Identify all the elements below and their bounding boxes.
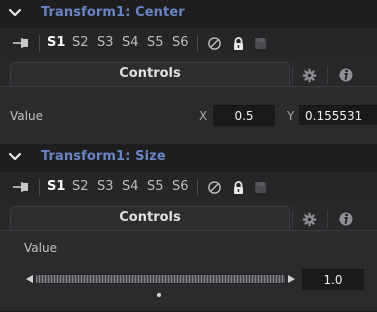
pin-icon[interactable]: [12, 181, 30, 193]
slot-s5[interactable]: S5: [147, 179, 164, 194]
controls-content: Value X 0.5 Y 0.155531: [0, 87, 377, 144]
divider: [327, 210, 328, 228]
slot-s6[interactable]: S6: [172, 179, 189, 194]
triangle-right-icon[interactable]: [287, 274, 297, 284]
divider: [197, 179, 198, 196]
pin-icon[interactable]: [12, 37, 30, 49]
panel-header[interactable]: Transform1: Center: [0, 0, 377, 28]
panel-header[interactable]: Transform1: Size: [0, 144, 377, 172]
lock-icon[interactable]: [231, 180, 246, 195]
version-slot-bar: S1 S2 S3 S4 S5 S6: [0, 28, 377, 58]
divider: [292, 66, 293, 84]
panel-title: Transform1: Size: [41, 149, 166, 164]
version-slot-bar: S1 S2 S3 S4 S5 S6: [0, 172, 377, 202]
tab-controls-label: Controls: [119, 210, 181, 225]
lock-icon[interactable]: [231, 36, 246, 51]
slot-s4[interactable]: S4: [122, 179, 139, 194]
value-label: Value: [24, 241, 57, 255]
gear-icon[interactable]: [302, 68, 317, 83]
size-value-field[interactable]: 1.0: [302, 269, 364, 290]
divider: [292, 210, 293, 228]
value-slider-track[interactable]: [35, 274, 286, 284]
tab-controls-label: Controls: [119, 66, 181, 81]
disable-icon[interactable]: [207, 180, 222, 195]
save-icon[interactable]: [253, 36, 268, 51]
slot-s5[interactable]: S5: [147, 35, 164, 50]
chevron-down-icon[interactable]: [8, 6, 22, 20]
slot-s1[interactable]: S1: [47, 179, 65, 194]
divider: [197, 35, 198, 52]
tab-controls[interactable]: Controls: [10, 206, 290, 231]
tab-controls[interactable]: Controls: [10, 62, 290, 87]
divider: [327, 66, 328, 84]
inspector-panel-size: Transform1: Size S1 S2 S3 S4 S5 S6 Contr…: [0, 144, 377, 312]
x-value-field[interactable]: 0.5: [213, 105, 275, 126]
panel-title: Transform1: Center: [41, 5, 185, 20]
tab-row: Controls: [0, 58, 377, 87]
slot-s1[interactable]: S1: [47, 35, 65, 50]
y-axis-label: Y: [287, 109, 295, 123]
tab-row: Controls: [0, 202, 377, 231]
slot-s2[interactable]: S2: [72, 35, 89, 50]
y-value-field[interactable]: 0.155531: [299, 105, 377, 125]
inspector-panel-center: Transform1: Center S1 S2 S3 S4 S5 S6 Con…: [0, 0, 377, 144]
triangle-left-icon[interactable]: [24, 274, 34, 284]
slot-s6[interactable]: S6: [172, 35, 189, 50]
divider: [39, 35, 40, 52]
info-icon[interactable]: [339, 68, 353, 82]
slot-s3[interactable]: S3: [97, 179, 114, 194]
slot-s4[interactable]: S4: [122, 35, 139, 50]
slot-s2[interactable]: S2: [72, 179, 89, 194]
disable-icon[interactable]: [207, 36, 222, 51]
slot-s3[interactable]: S3: [97, 35, 114, 50]
default-value-marker: [157, 293, 161, 297]
value-label: Value: [10, 109, 43, 123]
divider: [39, 179, 40, 196]
info-icon[interactable]: [339, 212, 353, 226]
x-axis-label: X: [199, 109, 208, 123]
chevron-down-icon[interactable]: [8, 150, 22, 164]
controls-content: Value 1.0: [0, 231, 377, 312]
save-icon[interactable]: [253, 180, 268, 195]
gear-icon[interactable]: [302, 212, 317, 227]
